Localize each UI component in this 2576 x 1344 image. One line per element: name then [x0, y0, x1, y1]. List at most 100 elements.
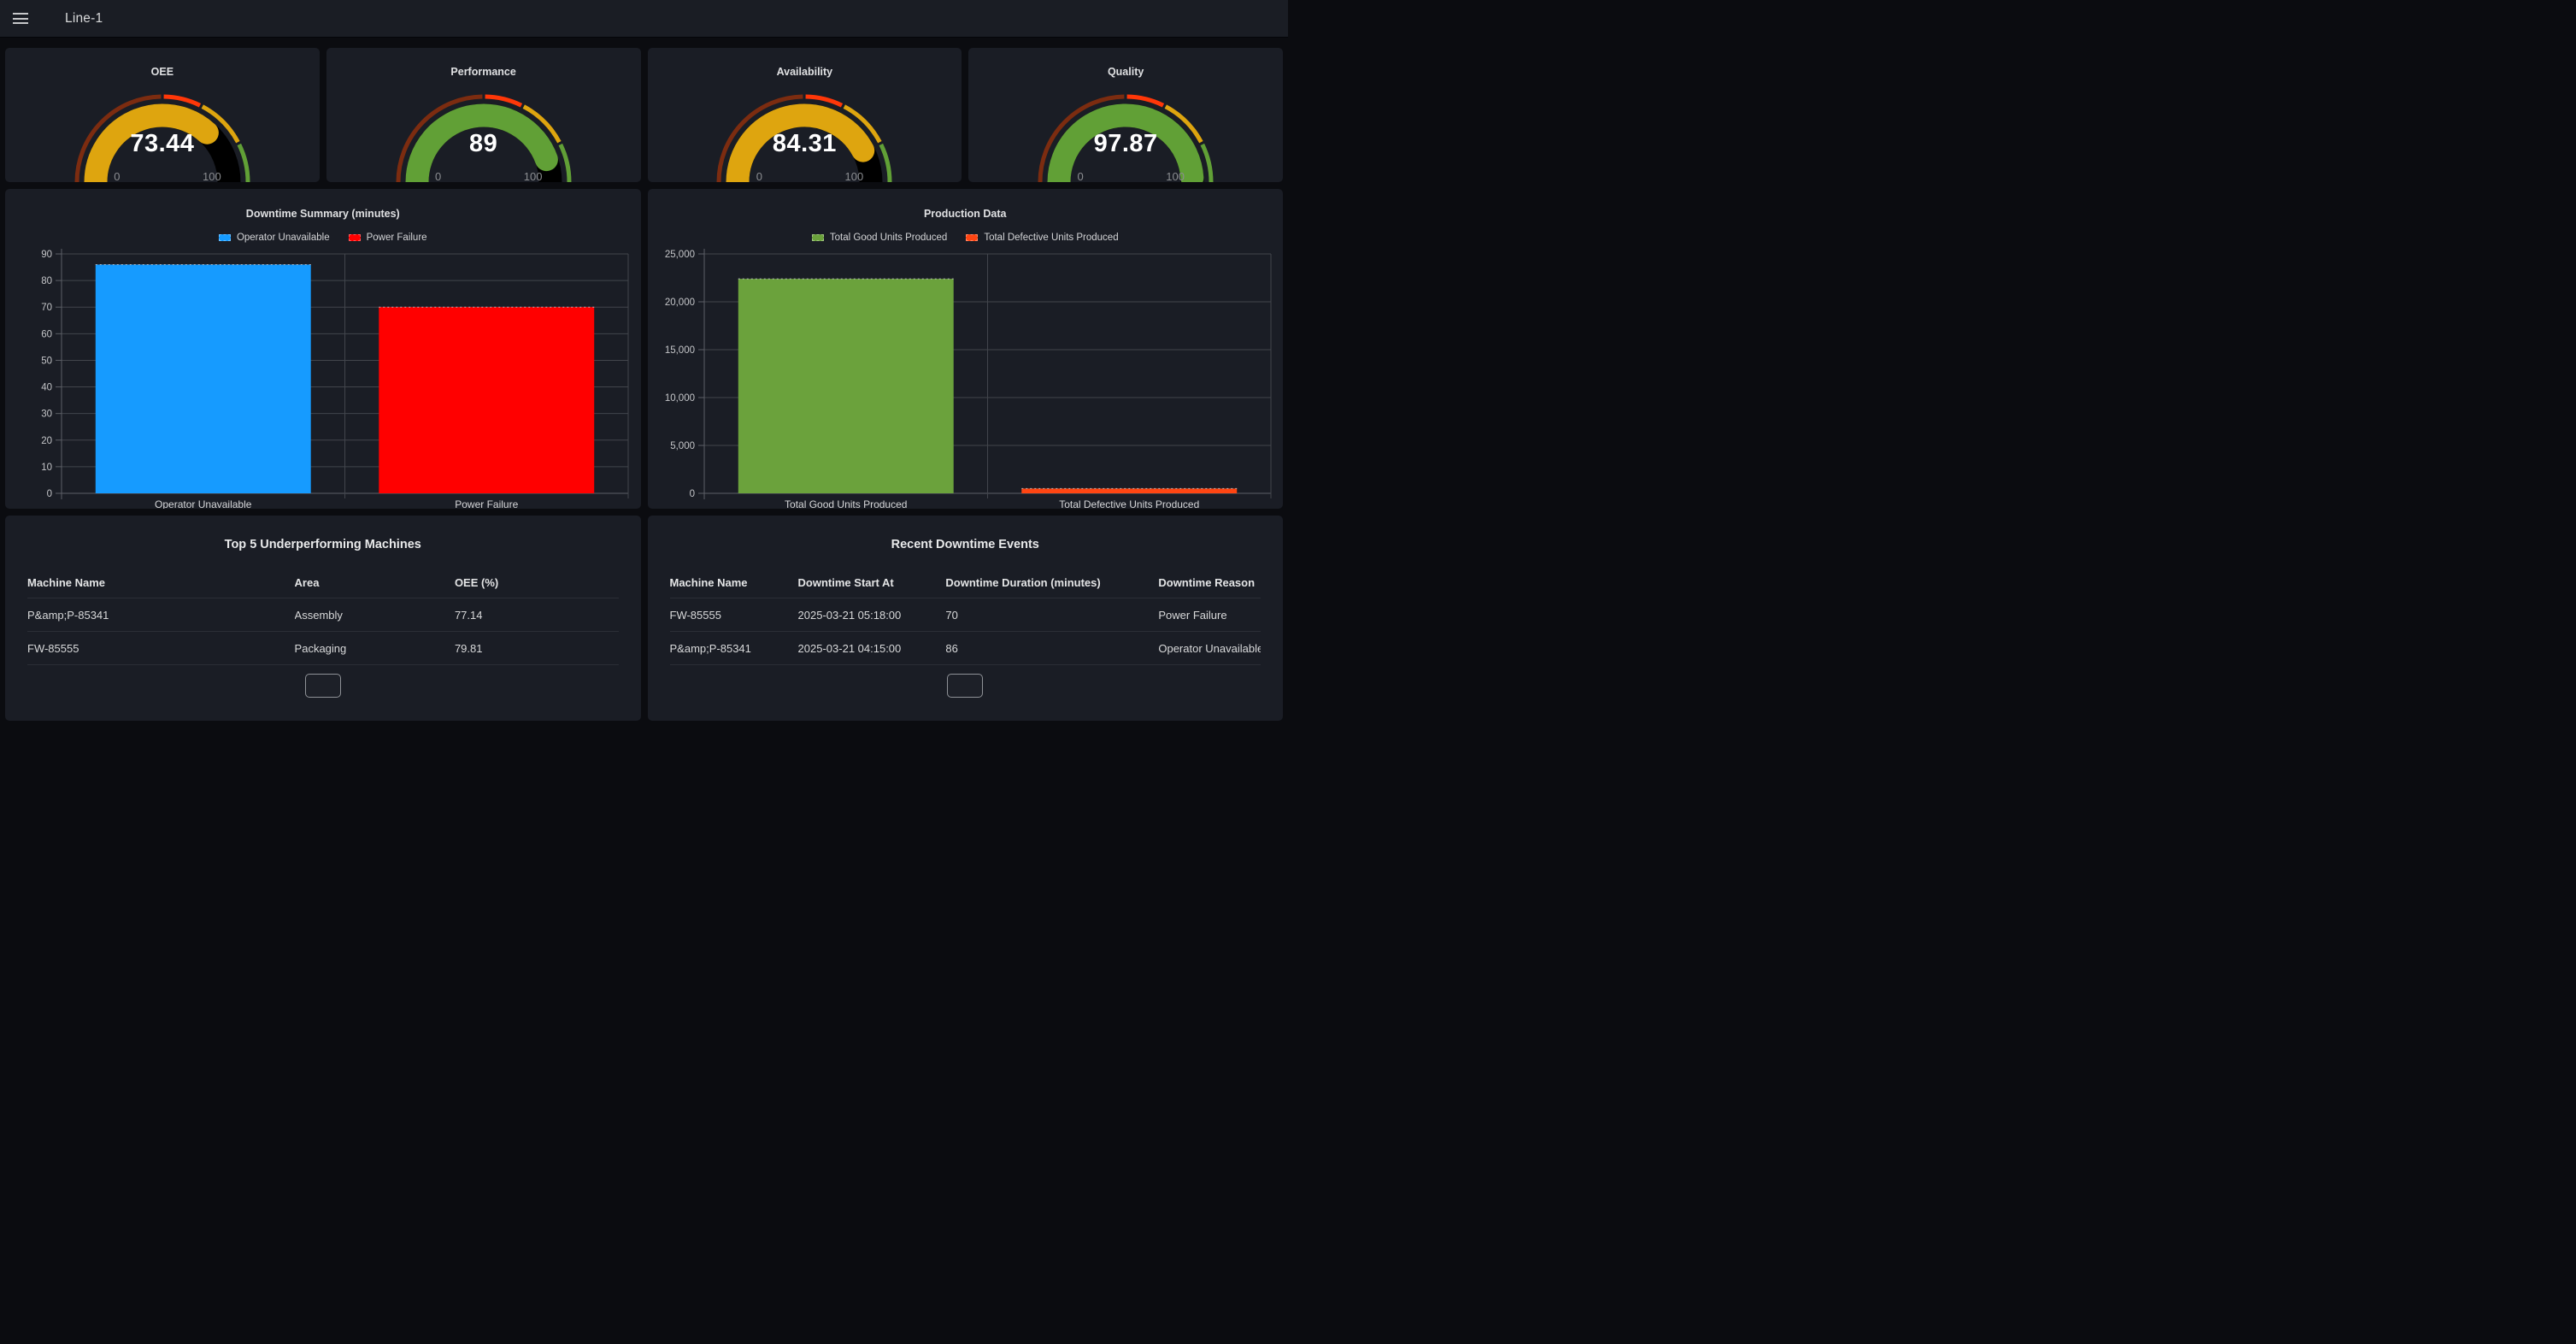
gauge-min-label: 0	[1078, 170, 1084, 182]
table-cell: Power Failure	[1158, 609, 1261, 622]
panel-title: Production Data	[648, 197, 1284, 221]
x-axis: Operator Unavailable Power Failure	[155, 498, 519, 509]
legend-item-operator-unavailable[interactable]: Operator Unavailable	[219, 233, 330, 243]
table-row-section: Top 5 Underperforming Machines Machine N…	[5, 516, 1283, 721]
table-row: FW-85555Packaging79.81	[27, 632, 619, 665]
axis-tick-label: 80	[41, 276, 52, 286]
bar	[379, 307, 594, 493]
axis-tick-label: 40	[41, 382, 52, 392]
table-row: FW-855552025-03-21 05:18:0070Power Failu…	[670, 598, 1262, 632]
column-header[interactable]: Machine Name	[670, 576, 798, 589]
axis-tick-label: 10,000	[664, 393, 694, 404]
gauge: 89 0 100	[381, 88, 586, 182]
category-label: Power Failure	[455, 498, 518, 509]
panel-availability-gauge: Availability 84.31 0 100	[648, 48, 962, 182]
axis-tick-label: 5,000	[670, 441, 695, 451]
legend-label: Power Failure	[367, 233, 427, 243]
gauge-min-label: 0	[435, 170, 441, 182]
table-row: P&amp;P-853412025-03-21 04:15:0086Operat…	[670, 632, 1262, 665]
bar	[1021, 488, 1237, 493]
legend-item-power-failure[interactable]: Power Failure	[349, 233, 427, 243]
legend-label: Operator Unavailable	[237, 233, 330, 243]
column-header[interactable]: Downtime Duration (minutes)	[945, 576, 1158, 589]
gauge: 84.31 0 100	[702, 88, 907, 182]
panel-title: Top 5 Underperforming Machines	[5, 526, 641, 553]
column-header[interactable]: Machine Name	[27, 576, 295, 589]
category-label: Total Defective Units Produced	[1059, 498, 1199, 509]
table-cell: 70	[945, 609, 1158, 622]
table-cell: P&amp;P-85341	[670, 642, 798, 655]
panel-title: Recent Downtime Events	[648, 526, 1284, 553]
gauge-value: 97.87	[1023, 130, 1228, 158]
gauge: 97.87 0 100	[1023, 88, 1228, 182]
table-cell: Operator Unavailable	[1158, 642, 1261, 655]
gauge-threshold-band	[1127, 97, 1163, 105]
hamburger-icon	[13, 13, 28, 24]
table-cell: 2025-03-21 05:18:00	[798, 609, 946, 622]
legend-item-total-good-units[interactable]: Total Good Units Produced	[812, 233, 947, 243]
gauge-row: OEE 73.44 0 100 Performance 89 0 100 Ava…	[5, 48, 1283, 182]
column-header[interactable]: OEE (%)	[455, 576, 619, 589]
legend-swatch	[219, 234, 231, 241]
menu-toggle-button[interactable]	[5, 3, 36, 34]
table-cell: 79.81	[455, 642, 619, 655]
table-header-row: Machine NameAreaOEE (%)	[27, 567, 619, 598]
table-cell: FW-85555	[27, 642, 295, 655]
recent-downtime-events-table: Machine NameDowntime Start AtDowntime Du…	[670, 567, 1262, 698]
app-header: Line-1	[0, 0, 1288, 38]
gauge-max-label: 100	[203, 170, 221, 182]
axis-tick-label: 0	[47, 489, 52, 499]
legend-item-total-defective-units[interactable]: Total Defective Units Produced	[966, 233, 1118, 243]
gauge-threshold-band	[806, 97, 842, 105]
panel-production-data: Production Data Total Good Units Produce…	[648, 189, 1284, 509]
axis-tick-label: 25,000	[664, 250, 694, 260]
pagination-button[interactable]	[947, 674, 983, 698]
gauge-threshold-band	[163, 97, 199, 105]
table-header-row: Machine NameDowntime Start AtDowntime Du…	[670, 567, 1262, 598]
panel-oee-gauge: OEE 73.44 0 100	[5, 48, 320, 182]
table-cell: 77.14	[455, 609, 619, 622]
gauge-min-label: 0	[756, 170, 762, 182]
chart-row: Downtime Summary (minutes) Operator Unav…	[5, 189, 1283, 509]
sort-ascending-icon: ↑	[1260, 576, 1261, 589]
axis-tick-label: 15,000	[664, 345, 694, 356]
column-header[interactable]: Area	[295, 576, 455, 589]
table-cell: P&amp;P-85341	[27, 609, 295, 622]
table-pagination	[27, 674, 619, 698]
axis-tick-label: 90	[41, 250, 52, 260]
bar	[738, 279, 953, 493]
panel-title: Availability	[648, 56, 962, 79]
dashboard-title: Line-1	[65, 11, 103, 27]
pagination-button[interactable]	[305, 674, 341, 698]
gauge-max-label: 100	[524, 170, 543, 182]
chart-legend: Total Good Units Produced Total Defectiv…	[648, 231, 1284, 245]
column-header[interactable]: Downtime Reason↑	[1158, 576, 1261, 589]
gauge-threshold-band	[485, 97, 520, 105]
gauge-value: 84.31	[702, 130, 907, 158]
panel-recent-downtime-events: Recent Downtime Events Machine NameDownt…	[648, 516, 1284, 721]
table-cell: Packaging	[295, 642, 455, 655]
table-cell: Assembly	[295, 609, 455, 622]
gauge-min-label: 0	[114, 170, 120, 182]
column-header[interactable]: Downtime Start At	[798, 576, 946, 589]
gauge: 73.44 0 100	[60, 88, 265, 182]
axis-tick-label: 20,000	[664, 298, 694, 308]
axis-tick-label: 60	[41, 329, 52, 339]
underperforming-machines-table: Machine NameAreaOEE (%) P&amp;P-85341Asse…	[27, 567, 619, 698]
legend-label: Total Good Units Produced	[830, 233, 947, 243]
table-pagination	[670, 674, 1262, 698]
production-bar-chart: 05,00010,00015,00020,00025,000Total Good…	[648, 247, 1282, 509]
gauge-value: 89	[381, 130, 586, 158]
panel-downtime-summary: Downtime Summary (minutes) Operator Unav…	[5, 189, 641, 509]
gauge-max-label: 100	[845, 170, 864, 182]
panel-title: Quality	[968, 56, 1283, 79]
table-cell: 86	[945, 642, 1158, 655]
axis-tick-label: 70	[41, 303, 52, 313]
category-label: Operator Unavailable	[155, 498, 252, 509]
chart-legend: Operator Unavailable Power Failure	[5, 231, 641, 245]
bar	[96, 264, 311, 493]
legend-label: Total Defective Units Produced	[984, 233, 1118, 243]
legend-swatch	[966, 234, 978, 241]
panel-top-underperforming-machines: Top 5 Underperforming Machines Machine N…	[5, 516, 641, 721]
panel-performance-gauge: Performance 89 0 100	[326, 48, 641, 182]
